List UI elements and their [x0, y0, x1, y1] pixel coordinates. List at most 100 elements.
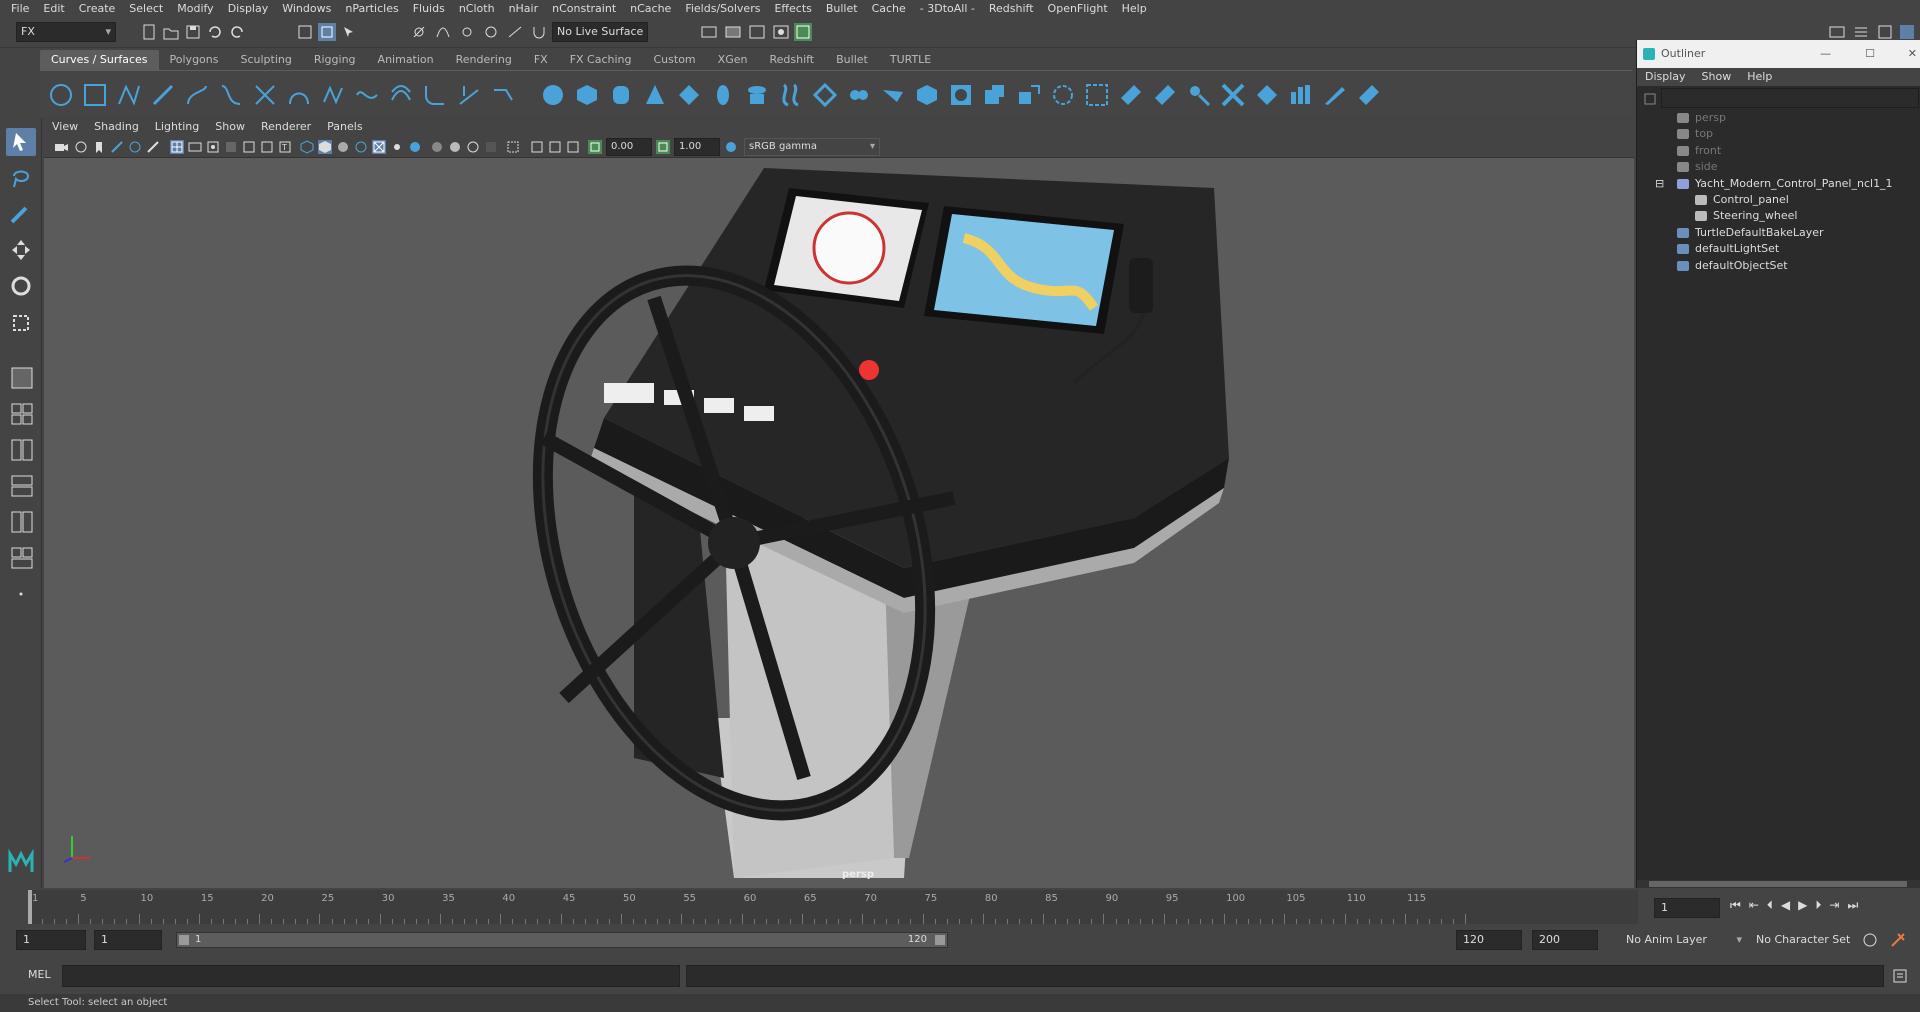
lasso-tool-icon[interactable] — [6, 164, 36, 192]
arc-tool-icon[interactable] — [184, 82, 210, 108]
go-to-end-icon[interactable]: ⏭ — [1847, 898, 1858, 913]
outliner-menu-display[interactable]: Display — [1637, 68, 1694, 86]
outliner-item[interactable]: defaultObjectSet — [1677, 256, 1788, 276]
curve-edit-icon[interactable] — [490, 82, 516, 108]
xray-joints-icon[interactable] — [548, 140, 562, 154]
wireframe-icon[interactable] — [300, 140, 314, 154]
planar-icon[interactable] — [812, 82, 838, 108]
close-icon[interactable]: ✕ — [1908, 40, 1917, 68]
workspace-icon[interactable] — [1828, 23, 1846, 41]
select-camera-icon[interactable] — [54, 140, 68, 154]
detach-curves-icon[interactable] — [320, 82, 346, 108]
render-view-icon[interactable] — [794, 23, 812, 41]
snap-point-icon[interactable] — [458, 23, 476, 41]
shelf-tab-curves-surfaces[interactable]: Curves / Surfaces — [40, 50, 159, 70]
motion-blur-icon[interactable] — [448, 140, 462, 154]
attach-surfaces-icon[interactable] — [1186, 82, 1212, 108]
shelf-tab-rigging[interactable]: Rigging — [303, 50, 367, 70]
panel-menu-shading[interactable]: Shading — [86, 118, 147, 136]
field-chart-icon[interactable] — [242, 140, 256, 154]
surface-edit-icon[interactable] — [1356, 82, 1382, 108]
outliner-filter-icon[interactable] — [1643, 92, 1657, 106]
paint-select-icon[interactable] — [6, 200, 36, 228]
snap-grid-icon[interactable] — [410, 23, 428, 41]
exposure-toggle-icon[interactable] — [588, 140, 602, 154]
bevel-plus-icon[interactable] — [1016, 82, 1042, 108]
playback-start-field[interactable]: 1 — [94, 930, 162, 950]
shelf-tab-redshift[interactable]: Redshift — [758, 50, 825, 70]
ipr-render-icon[interactable] — [724, 23, 742, 41]
step-forward-frame-icon[interactable]: ⏵ — [1815, 898, 1821, 913]
scrollbar-thumb[interactable] — [1649, 881, 1907, 887]
nurbs-circle-icon[interactable] — [48, 82, 74, 108]
undo-icon[interactable] — [206, 23, 224, 41]
boundary-icon[interactable] — [914, 82, 940, 108]
redo-icon[interactable] — [228, 23, 246, 41]
character-set-dropdown[interactable]: No Character Set — [1756, 930, 1862, 950]
pencil-curve-icon[interactable] — [150, 82, 176, 108]
extend-curve-icon[interactable] — [456, 82, 482, 108]
bevel-icon[interactable] — [982, 82, 1008, 108]
outliner-layout-icon[interactable] — [6, 472, 36, 500]
panel-menu-panels[interactable]: Panels — [319, 118, 370, 136]
nurbs-sphere-icon[interactable] — [540, 82, 566, 108]
shelf-tab-turtle[interactable]: TURTLE — [879, 50, 942, 70]
select-component-icon[interactable] — [340, 23, 358, 41]
outliner-search-input[interactable] — [1661, 88, 1919, 108]
graph-layout-icon[interactable] — [6, 508, 36, 536]
outliner-menu-help[interactable]: Help — [1739, 68, 1780, 86]
menu-modify[interactable]: Modify — [170, 0, 220, 18]
panel-menu-view[interactable]: View — [44, 118, 86, 136]
image-plane-icon[interactable] — [110, 140, 124, 154]
use-all-lights-icon[interactable] — [390, 140, 404, 154]
current-time-marker[interactable] — [28, 890, 32, 924]
intersect-surfaces-icon[interactable] — [1152, 82, 1178, 108]
menu-effects[interactable]: Effects — [767, 0, 818, 18]
loft-icon[interactable] — [778, 82, 804, 108]
ep-curve-icon[interactable] — [218, 82, 244, 108]
menu-redshift[interactable]: Redshift — [982, 0, 1041, 18]
menu-nparticles[interactable]: nParticles — [338, 0, 405, 18]
panel-menu-show[interactable]: Show — [207, 118, 253, 136]
panel-menu-lighting[interactable]: Lighting — [147, 118, 207, 136]
camera-attributes-icon[interactable] — [74, 140, 88, 154]
exposure-field[interactable]: 0.00 — [606, 138, 652, 156]
depth-of-field-icon[interactable] — [484, 140, 498, 154]
perspective-viewport[interactable]: persp — [44, 158, 1634, 888]
four-view-layout-icon[interactable] — [6, 400, 36, 428]
tool-settings-icon[interactable] — [1898, 23, 1916, 41]
collapse-toggle-icon[interactable]: ⊟ — [1655, 174, 1664, 194]
render-settings-icon[interactable] — [748, 23, 766, 41]
fillet-curve-icon[interactable] — [422, 82, 448, 108]
nurbs-plane-icon[interactable] — [676, 82, 702, 108]
menu-ncloth[interactable]: nCloth — [452, 0, 502, 18]
smooth-shade-icon[interactable] — [318, 140, 332, 154]
textured-icon[interactable] — [372, 140, 386, 154]
live-surface-field[interactable]: No Live Surface — [552, 22, 648, 42]
time-slider[interactable]: 1 5 10 15 20 25 30 35 40 45 50 55 60 65 70 75 80 85 90 95 10… — [0, 890, 1920, 924]
menu-ncache[interactable]: nCache — [623, 0, 678, 18]
select-hierarchy-icon[interactable] — [296, 23, 314, 41]
save-scene-icon[interactable] — [184, 23, 202, 41]
auto-key-icon[interactable] — [1862, 932, 1878, 948]
resolution-gate-icon[interactable] — [206, 140, 220, 154]
safe-title-icon[interactable]: T — [278, 140, 292, 154]
step-back-frame-icon[interactable]: ⏴ — [1767, 898, 1773, 913]
menu-nhair[interactable]: nHair — [502, 0, 546, 18]
shelf-tab-rendering[interactable]: Rendering — [445, 50, 523, 70]
menu-3dtoall[interactable]: - 3DtoAll - — [913, 0, 982, 18]
square-surface-icon[interactable] — [948, 82, 974, 108]
bookmarks-icon[interactable] — [92, 140, 106, 154]
menu-nconstraint[interactable]: nConstraint — [545, 0, 623, 18]
shelf-tab-fx[interactable]: FX — [523, 50, 559, 70]
menu-fields-solvers[interactable]: Fields/Solvers — [678, 0, 767, 18]
menu-create[interactable]: Create — [72, 0, 123, 18]
project-curve-icon[interactable] — [1118, 82, 1144, 108]
shelf-tab-custom[interactable]: Custom — [643, 50, 707, 70]
two-pane-layout-icon[interactable] — [6, 436, 36, 464]
attach-curves-icon[interactable] — [286, 82, 312, 108]
screen-space-ao-icon[interactable] — [430, 140, 444, 154]
xray-icon[interactable] — [530, 140, 544, 154]
view-transform-dropdown[interactable]: sRGB gamma ▾ — [744, 138, 880, 156]
shelf-tab-xgen[interactable]: XGen — [707, 50, 759, 70]
